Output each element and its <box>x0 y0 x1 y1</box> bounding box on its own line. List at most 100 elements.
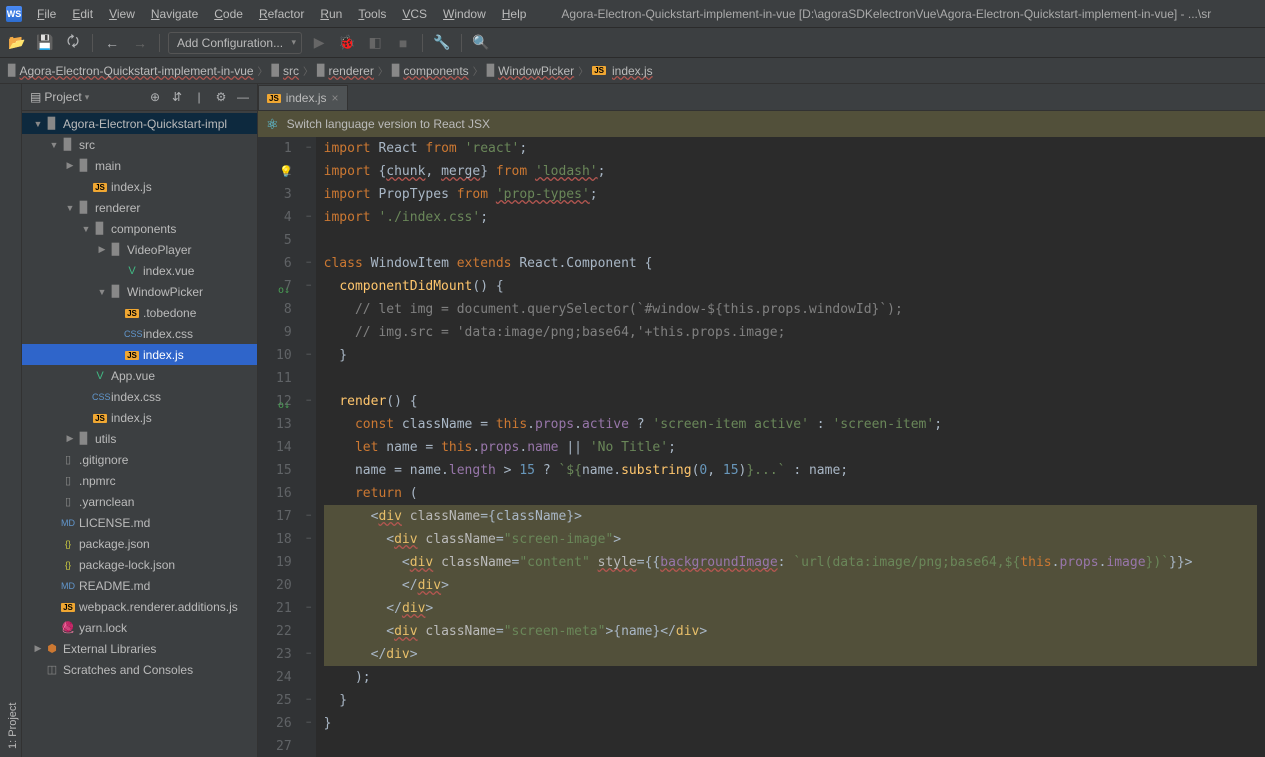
tree-item[interactable]: ▯.yarnclean <box>22 491 257 512</box>
tree-item[interactable]: ▼▉WindowPicker <box>22 281 257 302</box>
fold-gutter[interactable]: −−−−−−−−−−−− <box>302 137 316 757</box>
fold-marker[interactable] <box>302 620 316 643</box>
tree-item[interactable]: ▯.npmrc <box>22 470 257 491</box>
code-line[interactable]: name = name.length > 15 ? `${name.substr… <box>324 459 1257 482</box>
intention-notice-bar[interactable]: ⚛ Switch language version to React JSX <box>258 111 1265 137</box>
code-line[interactable]: ); <box>324 666 1257 689</box>
fold-marker[interactable]: − <box>302 390 316 413</box>
line-number[interactable]: 17 <box>276 505 292 528</box>
run-config-selector[interactable]: Add Configuration... <box>168 32 302 54</box>
fold-marker[interactable] <box>302 436 316 459</box>
line-number[interactable]: 19 <box>276 551 292 574</box>
fold-marker[interactable]: − <box>302 528 316 551</box>
tree-item[interactable]: JSwebpack.renderer.additions.js <box>22 596 257 617</box>
code-line[interactable]: </div> <box>324 643 1257 666</box>
fold-marker[interactable] <box>302 574 316 597</box>
tree-item[interactable]: CSSindex.css <box>22 323 257 344</box>
open-file-button[interactable]: 📂 <box>6 32 28 54</box>
fold-marker[interactable]: − <box>302 275 316 298</box>
code-line[interactable]: } <box>324 344 1257 367</box>
project-tool-tab[interactable]: 1: Project <box>5 84 21 757</box>
expand-all-button[interactable]: ⇵ <box>167 87 187 107</box>
line-number[interactable]: 10 <box>276 344 292 367</box>
tree-item[interactable]: JSindex.js <box>22 407 257 428</box>
fold-marker[interactable]: − <box>302 597 316 620</box>
line-number[interactable]: o↓7 <box>276 275 292 298</box>
line-number[interactable]: 14 <box>276 436 292 459</box>
line-number[interactable]: 5 <box>276 229 292 252</box>
save-all-button[interactable]: 💾 <box>34 32 56 54</box>
code-line[interactable]: // img.src = 'data:image/png;base64,'+th… <box>324 321 1257 344</box>
code-line[interactable]: <div className="screen-meta">{name}</div… <box>324 620 1257 643</box>
line-number[interactable]: 9 <box>276 321 292 344</box>
line-number[interactable]: 23 <box>276 643 292 666</box>
code-line[interactable]: } <box>324 689 1257 712</box>
fold-marker[interactable] <box>302 482 316 505</box>
settings-button[interactable]: ⚙ <box>211 87 231 107</box>
code-content[interactable]: import React from 'react';import {chunk,… <box>316 137 1265 757</box>
fold-marker[interactable]: − <box>302 137 316 160</box>
code-line[interactable]: <div className="screen-image"> <box>324 528 1257 551</box>
tree-item[interactable]: ▶▉main <box>22 155 257 176</box>
menu-run[interactable]: Run <box>313 4 349 24</box>
tree-item[interactable]: MDLICENSE.md <box>22 512 257 533</box>
breadcrumb-item[interactable]: ▉components <box>392 64 469 78</box>
fold-marker[interactable] <box>302 321 316 344</box>
line-number-gutter[interactable]: 1💡23456o↓7891011o↓1213141516171819202122… <box>258 137 302 757</box>
line-number[interactable]: 3 <box>276 183 292 206</box>
tree-item[interactable]: {}package-lock.json <box>22 554 257 575</box>
fold-marker[interactable] <box>302 551 316 574</box>
fold-marker[interactable] <box>302 459 316 482</box>
line-number[interactable]: 18 <box>276 528 292 551</box>
fold-marker[interactable] <box>302 160 316 183</box>
breadcrumb-item[interactable]: JSindex.js <box>592 64 652 78</box>
close-icon[interactable]: × <box>331 91 338 105</box>
menu-navigate[interactable]: Navigate <box>144 4 205 24</box>
line-number[interactable]: 24 <box>276 666 292 689</box>
code-line[interactable] <box>324 735 1257 757</box>
breadcrumb-item[interactable]: ▉src <box>272 64 299 78</box>
line-number[interactable]: 4 <box>276 206 292 229</box>
project-tree[interactable]: ▼▉Agora-Electron-Quickstart-impl▼▉src▶▉m… <box>22 111 257 757</box>
code-editor[interactable]: 1💡23456o↓7891011o↓1213141516171819202122… <box>258 137 1265 757</box>
code-line[interactable]: return ( <box>324 482 1257 505</box>
fold-marker[interactable]: − <box>302 643 316 666</box>
hide-button[interactable]: — <box>233 87 253 107</box>
breadcrumb-item[interactable]: ▉Agora-Electron-Quickstart-implement-in-… <box>8 64 254 78</box>
build-button[interactable]: 🔧 <box>431 32 453 54</box>
code-line[interactable]: let name = this.props.name || 'No Title'… <box>324 436 1257 459</box>
line-number[interactable]: 6 <box>276 252 292 275</box>
line-number[interactable]: 26 <box>276 712 292 735</box>
line-number[interactable]: 20 <box>276 574 292 597</box>
fold-marker[interactable]: − <box>302 505 316 528</box>
line-number[interactable]: 22 <box>276 620 292 643</box>
menu-vcs[interactable]: VCS <box>395 4 434 24</box>
tree-item[interactable]: JSindex.js <box>22 176 257 197</box>
tree-item[interactable]: ▶⬢External Libraries <box>22 638 257 659</box>
tree-item[interactable]: JS.tobedone <box>22 302 257 323</box>
tree-item[interactable]: ▼▉src <box>22 134 257 155</box>
line-number[interactable]: 15 <box>276 459 292 482</box>
tree-item[interactable]: ▼▉renderer <box>22 197 257 218</box>
menu-file[interactable]: File <box>30 4 63 24</box>
line-number[interactable]: 1 <box>276 137 292 160</box>
run-button[interactable]: ▶ <box>308 32 330 54</box>
code-line[interactable] <box>324 229 1257 252</box>
line-number[interactable]: 13 <box>276 413 292 436</box>
fold-marker[interactable] <box>302 229 316 252</box>
fold-marker[interactable] <box>302 183 316 206</box>
tree-item[interactable]: JSindex.js <box>22 344 257 365</box>
tree-item[interactable]: {}package.json <box>22 533 257 554</box>
fold-marker[interactable]: − <box>302 206 316 229</box>
fold-marker[interactable]: − <box>302 689 316 712</box>
fold-marker[interactable]: − <box>302 344 316 367</box>
menu-help[interactable]: Help <box>495 4 534 24</box>
code-line[interactable]: import {chunk, merge} from 'lodash'; <box>324 160 1257 183</box>
tree-item[interactable]: CSSindex.css <box>22 386 257 407</box>
line-number[interactable]: 8 <box>276 298 292 321</box>
fold-marker[interactable] <box>302 666 316 689</box>
tree-item[interactable]: Vindex.vue <box>22 260 257 281</box>
code-line[interactable]: <div className="content" style={{backgro… <box>324 551 1257 574</box>
tree-item[interactable]: ◫Scratches and Consoles <box>22 659 257 680</box>
search-everywhere-button[interactable]: 🔍 <box>470 32 492 54</box>
